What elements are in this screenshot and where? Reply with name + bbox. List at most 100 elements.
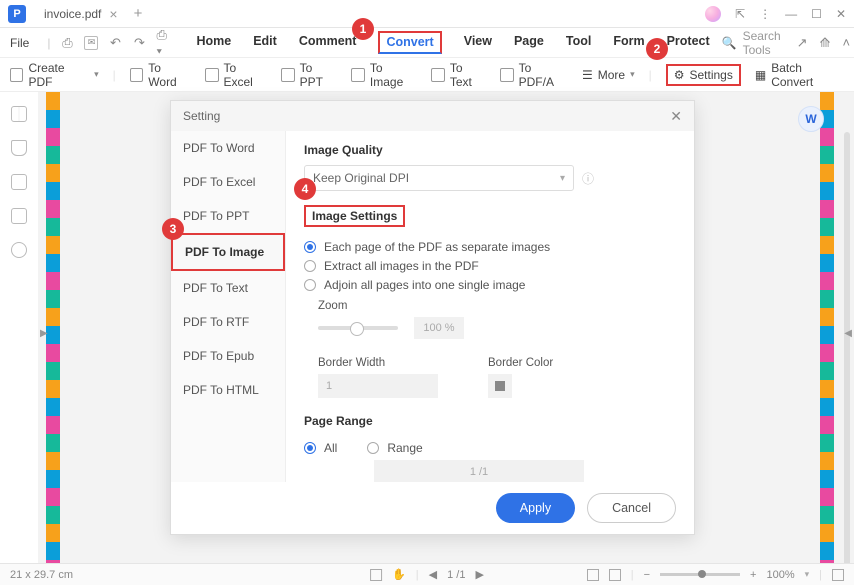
create-pdf-button[interactable]: Create PDF▾ bbox=[10, 61, 99, 89]
external-icon[interactable]: ↗ bbox=[797, 35, 808, 51]
tab-view[interactable]: View bbox=[464, 34, 492, 51]
tab-page[interactable]: Page bbox=[514, 34, 544, 51]
tab-convert[interactable]: Convert bbox=[378, 31, 441, 54]
to-excel-button[interactable]: To Excel bbox=[205, 61, 267, 89]
share-icon[interactable]: ⇱ bbox=[735, 7, 745, 21]
close-window-icon[interactable]: ✕ bbox=[836, 7, 846, 21]
range-input[interactable]: 1 /1 bbox=[374, 460, 584, 482]
to-word-button[interactable]: To Word bbox=[130, 61, 191, 89]
tab-comment[interactable]: Comment bbox=[299, 34, 357, 51]
range-all[interactable]: All bbox=[304, 441, 337, 455]
dialog-close-icon[interactable]: ✕ bbox=[670, 108, 682, 125]
pdfa-icon bbox=[500, 68, 514, 82]
border-color-swatch[interactable] bbox=[488, 374, 512, 398]
undo-icon[interactable]: ↶ bbox=[108, 36, 122, 50]
print-icon[interactable]: ⎙ ▾ bbox=[156, 36, 170, 50]
step-badge-4: 4 bbox=[294, 178, 316, 200]
sidebar-item-text[interactable]: PDF To Text bbox=[171, 271, 285, 305]
opt-adjoin-pages[interactable]: Adjoin all pages into one single image bbox=[304, 278, 676, 292]
bookmark-icon[interactable] bbox=[11, 140, 27, 156]
sidebar-item-ppt[interactable]: PDF To PPT bbox=[171, 199, 285, 233]
dialog-title: Setting bbox=[183, 109, 220, 123]
zoom-out-icon[interactable]: − bbox=[644, 569, 650, 581]
scrollbar[interactable] bbox=[844, 132, 850, 572]
tab-protect[interactable]: Protect bbox=[667, 34, 710, 51]
radio-icon bbox=[304, 279, 316, 291]
left-rail bbox=[0, 92, 38, 563]
border-width-input[interactable] bbox=[318, 374, 438, 398]
opt-extract-images[interactable]: Extract all images in the PDF bbox=[304, 259, 676, 273]
thumbnails-icon[interactable] bbox=[11, 106, 27, 122]
to-pdfa-button[interactable]: To PDF/A bbox=[500, 61, 568, 89]
tab-home[interactable]: Home bbox=[196, 34, 231, 51]
sidebar-item-image[interactable]: PDF To Image bbox=[171, 233, 285, 271]
zoom-slider[interactable] bbox=[318, 326, 398, 330]
avatar-icon[interactable] bbox=[705, 6, 721, 22]
opt-separate-images[interactable]: Each page of the PDF as separate images bbox=[304, 240, 676, 254]
search-tools[interactable]: 🔍 Search Tools bbox=[722, 29, 781, 57]
settings-button[interactable]: ⚙Settings bbox=[666, 64, 741, 86]
to-image-button[interactable]: To Image bbox=[351, 61, 417, 89]
tab-form[interactable]: Form bbox=[613, 34, 644, 51]
next-page-icon[interactable]: ▶ bbox=[475, 568, 483, 581]
info-icon[interactable]: ⓘ bbox=[582, 170, 594, 187]
maximize-icon[interactable]: ☐ bbox=[811, 7, 822, 21]
collapse-ribbon-icon[interactable]: ˄ bbox=[842, 35, 850, 51]
tab-close-icon[interactable]: × bbox=[109, 6, 117, 22]
sidebar-item-excel[interactable]: PDF To Excel bbox=[171, 165, 285, 199]
word-badge-icon[interactable]: W bbox=[798, 106, 824, 132]
document-tab[interactable]: invoice.pdf × bbox=[34, 0, 128, 27]
fit-page-icon[interactable] bbox=[587, 569, 599, 581]
redo-icon[interactable]: ↷ bbox=[132, 36, 146, 50]
ppt-icon bbox=[281, 68, 295, 82]
minimize-icon[interactable]: — bbox=[785, 7, 797, 21]
more-button[interactable]: ☰More▾ bbox=[582, 68, 635, 82]
file-menu[interactable]: File bbox=[10, 36, 29, 50]
menubar: File | ⎙ ✉ ↶ ↷ ⎙ ▾ Home Edit Comment Con… bbox=[0, 28, 854, 58]
cloud-icon[interactable]: ⟰ bbox=[820, 35, 831, 51]
chevron-down-icon[interactable]: ▾ bbox=[805, 569, 810, 580]
expand-left-icon[interactable]: ▶ bbox=[40, 328, 48, 339]
zoom-in-icon[interactable]: + bbox=[750, 569, 756, 581]
mail-icon[interactable]: ✉ bbox=[84, 36, 98, 50]
dialog-sidebar: PDF To Word PDF To Excel PDF To PPT PDF … bbox=[171, 131, 286, 482]
step-badge-1: 1 bbox=[352, 18, 374, 40]
tab-tool[interactable]: Tool bbox=[566, 34, 591, 51]
plus-icon bbox=[10, 68, 23, 82]
radio-checked-icon bbox=[304, 241, 316, 253]
save-icon[interactable]: ⎙ bbox=[60, 36, 74, 50]
step-badge-2: 2 bbox=[646, 38, 668, 60]
to-ppt-button[interactable]: To PPT bbox=[281, 61, 337, 89]
new-tab-button[interactable]: + bbox=[134, 5, 143, 22]
cursor-mode-icon[interactable] bbox=[370, 569, 382, 581]
to-text-button[interactable]: To Text bbox=[431, 61, 486, 89]
hand-icon[interactable]: ✋ bbox=[392, 568, 406, 581]
kebab-icon[interactable]: ⋮ bbox=[759, 7, 771, 21]
image-quality-select[interactable]: Keep Original DPI ▾ bbox=[304, 165, 574, 191]
sidebar-item-rtf[interactable]: PDF To RTF bbox=[171, 305, 285, 339]
radio-checked-icon bbox=[304, 442, 316, 454]
attachments-icon[interactable] bbox=[11, 174, 27, 190]
search-rail-icon[interactable] bbox=[11, 242, 27, 258]
word-icon bbox=[130, 68, 144, 82]
range-range[interactable]: Range bbox=[367, 441, 422, 455]
batch-convert-button[interactable]: ▦Batch Convert bbox=[755, 61, 844, 89]
doc-decoration-left bbox=[46, 92, 60, 563]
sidebar-item-word[interactable]: PDF To Word bbox=[171, 131, 285, 165]
image-settings-label: Image Settings bbox=[304, 205, 405, 227]
dialog-header: Setting ✕ bbox=[171, 101, 694, 131]
prev-page-icon[interactable]: ◀ bbox=[429, 568, 437, 581]
document-title: invoice.pdf bbox=[44, 7, 101, 21]
fit-width-icon[interactable] bbox=[609, 569, 621, 581]
expand-right-icon[interactable]: ◀ bbox=[844, 328, 852, 339]
sidebar-item-epub[interactable]: PDF To Epub bbox=[171, 339, 285, 373]
fullscreen-icon[interactable] bbox=[832, 569, 844, 581]
tab-edit[interactable]: Edit bbox=[253, 34, 277, 51]
sidebar-item-html[interactable]: PDF To HTML bbox=[171, 373, 285, 407]
cancel-button[interactable]: Cancel bbox=[587, 493, 676, 523]
page-icon[interactable] bbox=[11, 208, 27, 224]
excel-icon bbox=[205, 68, 219, 82]
dialog-footer: Apply Cancel bbox=[171, 482, 694, 534]
apply-button[interactable]: Apply bbox=[496, 493, 575, 523]
zoom-slider-status[interactable] bbox=[660, 573, 740, 576]
